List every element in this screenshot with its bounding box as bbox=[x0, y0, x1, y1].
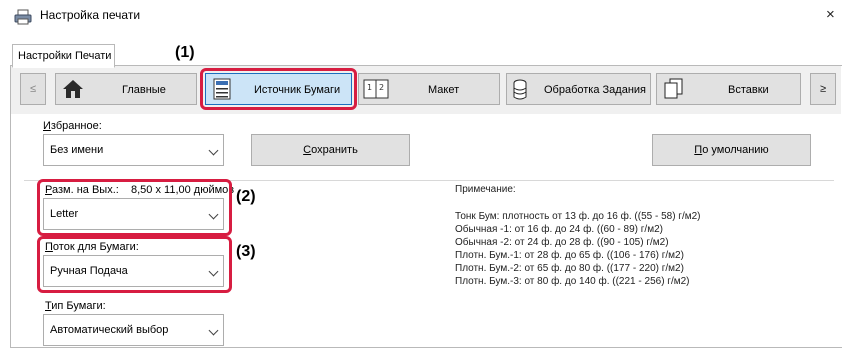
paper-type-label: Тип Бумаги: bbox=[45, 300, 106, 312]
layout-icon: 1 2 bbox=[363, 79, 389, 99]
note-line: Тонк Бум: плотность от 13 ф. до 16 ф. ((… bbox=[455, 211, 701, 222]
job-handling-button[interactable]: Обработка Задания bbox=[506, 73, 651, 105]
scroll-left-button[interactable]: ≤ bbox=[20, 73, 46, 105]
highlight-paper-source bbox=[200, 68, 357, 110]
tab-print-settings[interactable]: Настройки Печати bbox=[12, 44, 115, 68]
svg-text:1: 1 bbox=[367, 83, 372, 92]
callout-3: (3) bbox=[236, 243, 256, 260]
paper-type-select[interactable]: Автоматический выбор bbox=[43, 314, 224, 346]
favorites-value: Без имени bbox=[50, 144, 104, 156]
highlight-paper-tray bbox=[37, 236, 232, 293]
highlight-output-size bbox=[37, 179, 232, 236]
inserts-button[interactable]: Вставки bbox=[656, 73, 801, 105]
favorites-select[interactable]: Без имени bbox=[43, 134, 224, 166]
note-line: Плотн. Бум.-1: от 28 ф. до 65 ф. ((106 -… bbox=[455, 250, 684, 261]
svg-text:2: 2 bbox=[379, 83, 384, 92]
notes-title: Примечание: bbox=[455, 184, 516, 195]
window-title: Настройка печати bbox=[40, 8, 141, 22]
favorites-label: Избранное: bbox=[43, 120, 102, 132]
scroll-right-button[interactable]: ≥ bbox=[810, 73, 836, 105]
job-stack-icon bbox=[513, 79, 527, 100]
main-tab-button[interactable]: Главные bbox=[55, 73, 197, 105]
home-icon bbox=[63, 80, 83, 98]
save-button[interactable]: Сохранить bbox=[251, 134, 410, 166]
inserts-icon bbox=[664, 78, 683, 99]
chevron-down-icon bbox=[208, 325, 219, 336]
chevron-down-icon bbox=[208, 145, 219, 156]
close-icon[interactable]: × bbox=[826, 6, 835, 23]
note-line: Обычная -1: от 16 ф. до 24 ф. ((60 - 89)… bbox=[455, 224, 663, 235]
inserts-label: Вставки bbox=[728, 84, 769, 96]
printer-icon bbox=[14, 9, 32, 25]
layout-button[interactable]: 1 2 Макет bbox=[358, 73, 500, 105]
note-line: Плотн. Бум.-2: от 65 ф. до 80 ф. ((177 -… bbox=[455, 263, 684, 274]
note-line: Плотн. Бум.-3: от 80 ф. до 140 ф. ((221 … bbox=[455, 276, 690, 287]
main-tab-label: Главные bbox=[122, 84, 166, 96]
job-handling-label: Обработка Задания bbox=[544, 84, 647, 96]
callout-2: (2) bbox=[236, 188, 256, 205]
tab-label: Настройки Печати bbox=[18, 50, 112, 62]
layout-label: Макет bbox=[428, 84, 460, 96]
callout-1: (1) bbox=[175, 44, 195, 61]
default-button[interactable]: По умолчанию bbox=[652, 134, 811, 166]
note-line: Обычная -2: от 24 ф. до 28 ф. ((90 - 105… bbox=[455, 237, 669, 248]
paper-type-value: Автоматический выбор bbox=[50, 324, 169, 336]
